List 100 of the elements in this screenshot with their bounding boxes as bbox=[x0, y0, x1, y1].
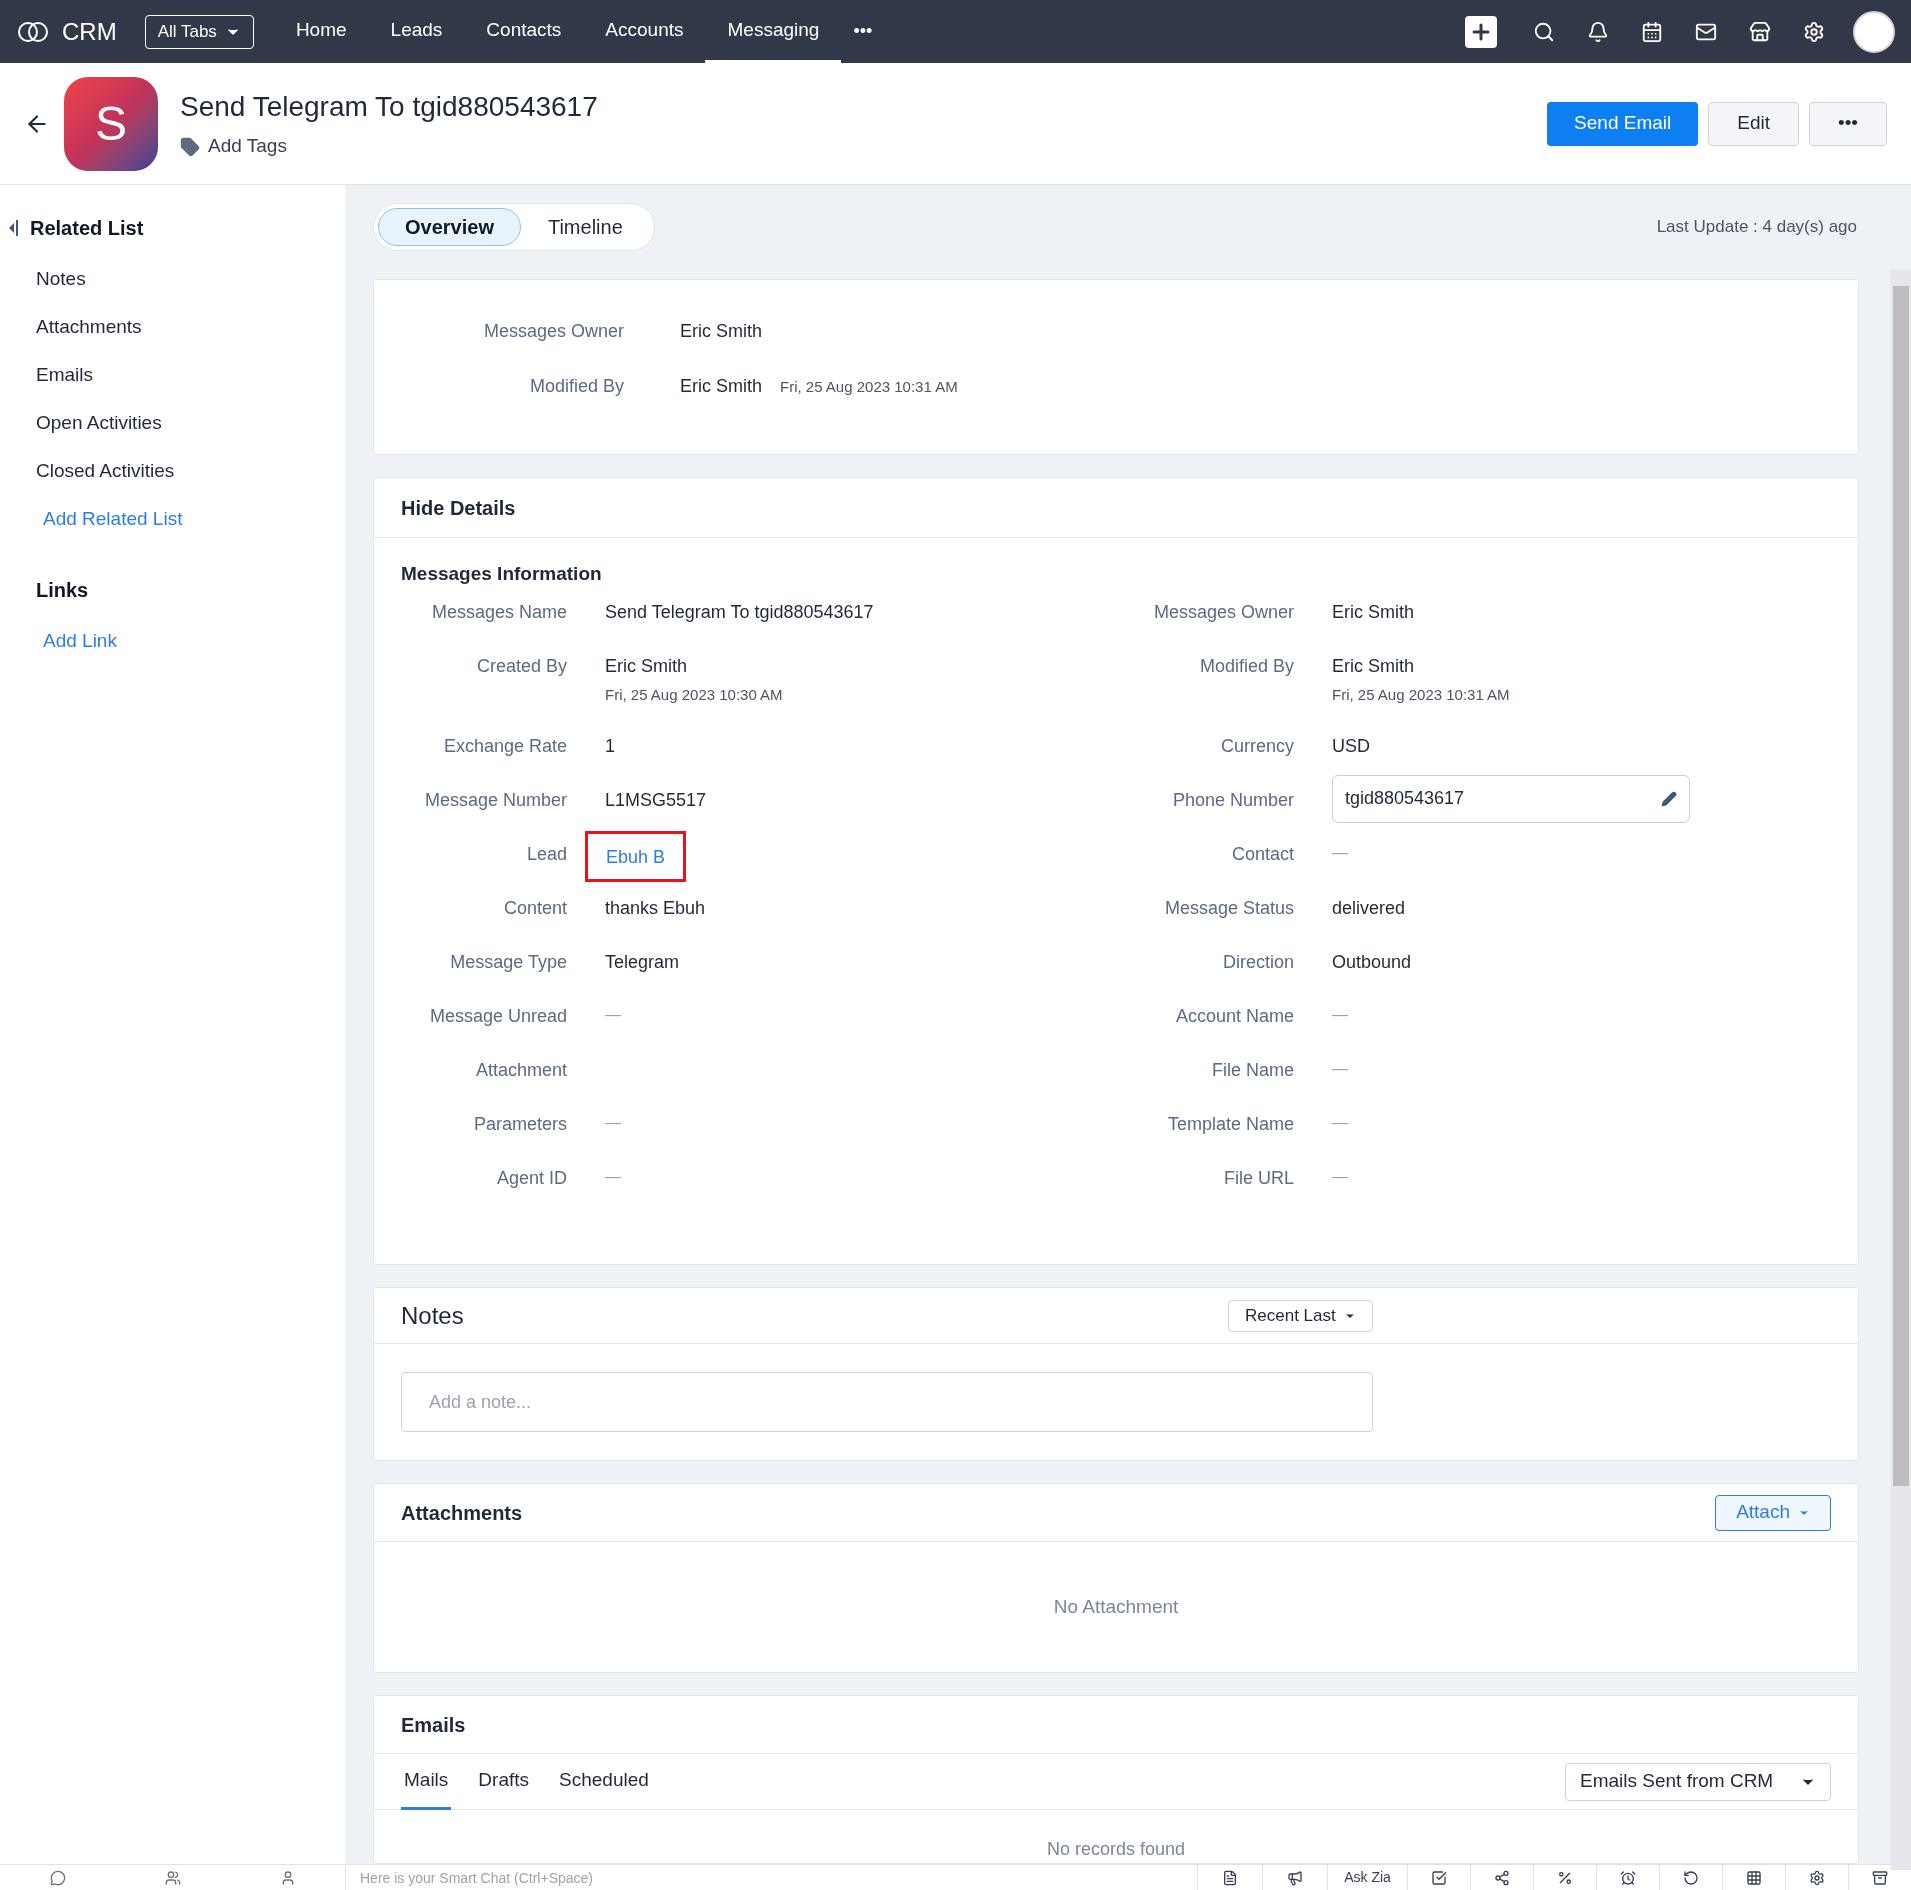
field-value: delivered bbox=[1332, 896, 1406, 920]
view-tab[interactable]: Overview bbox=[378, 208, 521, 246]
tag-icon[interactable] bbox=[180, 136, 200, 157]
field-label: Attachment bbox=[474, 1058, 567, 1082]
add-tags-link[interactable]: Add Tags bbox=[208, 132, 287, 161]
empty-value-dash: — bbox=[1332, 1113, 1348, 1131]
people-icon[interactable] bbox=[164, 1869, 181, 1886]
field-label: Template Name bbox=[1166, 1112, 1294, 1136]
field-label: Account Name bbox=[1174, 1004, 1294, 1028]
empty-value-dash: — bbox=[605, 1005, 621, 1023]
sidebar-item[interactable]: Open Activities bbox=[0, 409, 345, 457]
field-label: Messages Owner bbox=[1152, 600, 1294, 624]
edit-icon[interactable] bbox=[1661, 790, 1677, 807]
field-label: File Name bbox=[1210, 1058, 1294, 1082]
field-label: Modified By bbox=[528, 375, 624, 398]
last-update-text: Last Update : 4 day(s) ago bbox=[1656, 216, 1857, 239]
chat-icon[interactable] bbox=[49, 1869, 66, 1886]
archive-icon[interactable] bbox=[1872, 1869, 1888, 1886]
sidebar-item[interactable]: Notes bbox=[0, 265, 345, 313]
bell-icon[interactable] bbox=[1587, 20, 1609, 43]
email-tab[interactable]: Scheduled bbox=[556, 1753, 652, 1810]
empty-value-dash: — bbox=[605, 1167, 621, 1185]
field-timestamp: Fri, 25 Aug 2023 10:31 AM bbox=[780, 377, 958, 397]
sidebar-item[interactable]: Emails bbox=[0, 361, 345, 409]
note-input[interactable]: Add a note... bbox=[401, 1372, 1373, 1432]
email-tab[interactable]: Mails bbox=[401, 1753, 452, 1810]
hide-details-toggle[interactable]: Hide Details bbox=[401, 492, 516, 523]
section-title: Attachments bbox=[401, 1500, 523, 1526]
nav-tab[interactable]: Accounts bbox=[583, 0, 706, 63]
calendar-icon[interactable] bbox=[1641, 20, 1663, 43]
brand-name[interactable]: CRM bbox=[62, 13, 117, 50]
percent-icon[interactable] bbox=[1557, 1869, 1573, 1886]
field-label: Agent ID bbox=[495, 1166, 567, 1190]
sidebar-item[interactable]: Attachments bbox=[0, 313, 345, 361]
search-icon[interactable] bbox=[1533, 20, 1555, 43]
send-email-button[interactable]: Send Email bbox=[1547, 101, 1699, 146]
more-tabs-button[interactable]: ••• bbox=[841, 18, 885, 45]
crm-logo-icon bbox=[16, 19, 50, 44]
scrollbar[interactable] bbox=[1891, 270, 1911, 1870]
field-value: Eric Smith bbox=[680, 320, 762, 343]
nav-tab[interactable]: Leads bbox=[368, 0, 465, 63]
field-label: Message Number bbox=[423, 788, 567, 812]
nav-tab[interactable]: Home bbox=[273, 0, 369, 63]
megaphone-icon[interactable] bbox=[1287, 1869, 1303, 1886]
field-value: Eric Smith bbox=[605, 654, 688, 678]
user-avatar[interactable] bbox=[1853, 10, 1895, 53]
document-icon[interactable] bbox=[1222, 1869, 1238, 1886]
field-value: Eric Smith bbox=[1332, 600, 1414, 624]
view-tab[interactable]: Timeline bbox=[520, 208, 650, 246]
sidebar-heading: Links bbox=[35, 578, 90, 603]
sidebar-item[interactable]: Closed Activities bbox=[0, 457, 345, 505]
edit-button[interactable]: Edit bbox=[1708, 101, 1799, 146]
field-timestamp: Fri, 25 Aug 2023 10:31 AM bbox=[1332, 684, 1510, 705]
smart-chat-field[interactable]: Here is your Smart Chat (Ctrl+Space) bbox=[345, 1865, 1197, 1890]
field-label: Modified By bbox=[1198, 654, 1294, 678]
field-label: Lead bbox=[525, 842, 567, 866]
add-related-list-link[interactable]: Add Related List bbox=[0, 505, 345, 553]
lead-link[interactable]: Ebuh B bbox=[606, 846, 666, 867]
field-label: Message Type bbox=[449, 950, 567, 974]
add-link-link[interactable]: Add Link bbox=[0, 627, 345, 656]
field-value: 1 bbox=[605, 734, 615, 758]
field-label: Created By bbox=[475, 654, 567, 678]
field-value: thanks Ebuh bbox=[605, 896, 706, 920]
field-value: L1MSG5517 bbox=[605, 788, 707, 812]
field-value: Outbound bbox=[1332, 950, 1412, 974]
phone-number-field[interactable]: tgid880543617 bbox=[1332, 774, 1690, 823]
attach-button[interactable]: Attach bbox=[1715, 1494, 1831, 1531]
sidebar-heading: Related List bbox=[30, 216, 144, 241]
checkbox-icon[interactable] bbox=[1431, 1869, 1447, 1886]
field-timestamp: Fri, 25 Aug 2023 10:30 AM bbox=[605, 684, 783, 705]
field-label: Exchange Rate bbox=[442, 734, 567, 758]
empty-state-text: No records found bbox=[1046, 1838, 1186, 1861]
empty-value-dash: — bbox=[1332, 1167, 1348, 1185]
collapse-icon[interactable] bbox=[8, 219, 18, 237]
empty-value-dash: — bbox=[1332, 1059, 1348, 1077]
field-label: Message Unread bbox=[428, 1004, 567, 1028]
all-tabs-dropdown[interactable]: All Tabs bbox=[144, 14, 254, 49]
field-value: Eric Smith bbox=[1332, 654, 1415, 678]
sort-dropdown[interactable]: Recent Last bbox=[1228, 1299, 1373, 1332]
share-icon[interactable] bbox=[1494, 1869, 1510, 1886]
alarm-clock-icon[interactable] bbox=[1620, 1869, 1636, 1886]
nav-tab[interactable]: Contacts bbox=[464, 0, 584, 63]
history-icon[interactable] bbox=[1683, 1869, 1699, 1886]
field-value: Send Telegram To tgid880543617 bbox=[605, 600, 874, 624]
field-value: Eric Smith bbox=[680, 375, 762, 398]
email-tab[interactable]: Drafts bbox=[475, 1753, 533, 1810]
field-label: Content bbox=[502, 896, 567, 920]
empty-value-dash: — bbox=[605, 1113, 621, 1131]
field-label: Parameters bbox=[472, 1112, 567, 1136]
store-icon[interactable] bbox=[1749, 20, 1771, 43]
more-actions-button[interactable]: ••• bbox=[1809, 101, 1887, 146]
grid-icon[interactable] bbox=[1746, 1869, 1762, 1886]
section-title: Notes bbox=[401, 1300, 465, 1331]
email-filter-dropdown[interactable]: Emails Sent from CRM bbox=[1565, 1762, 1831, 1801]
field-label: Phone Number bbox=[1171, 788, 1294, 812]
settings-icon[interactable] bbox=[1809, 1869, 1825, 1886]
add-button[interactable] bbox=[1465, 15, 1497, 48]
field-label: Message Status bbox=[1163, 896, 1294, 920]
field-label: Direction bbox=[1221, 950, 1294, 974]
ask-zia-button[interactable]: Ask Zia bbox=[1327, 1865, 1407, 1890]
